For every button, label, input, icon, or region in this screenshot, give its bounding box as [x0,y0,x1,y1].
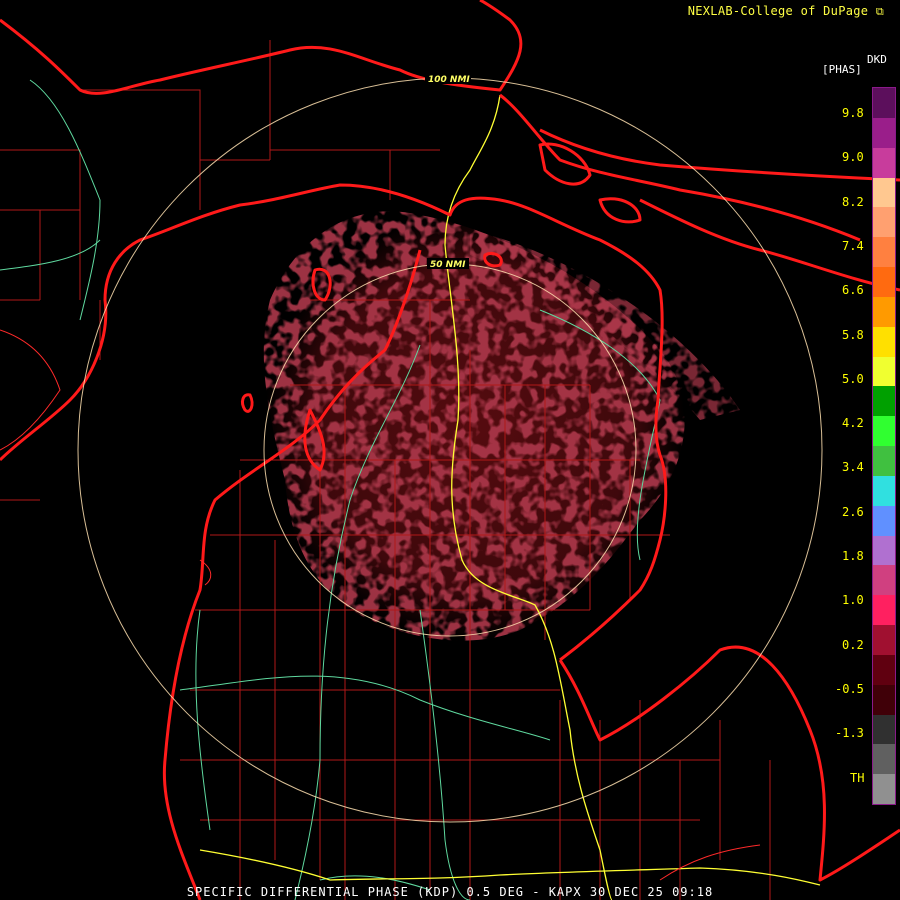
legend-tick-label: 5.0 [842,371,864,386]
radar-display: 100 NMI 50 NMI NEXLAB-College of DuPage … [0,0,900,900]
legend-product: DKD [867,53,887,66]
radar-map: 100 NMI 50 NMI [0,0,900,900]
color-scale-swatch [873,625,895,656]
color-scale-swatch [873,147,895,178]
color-scale-swatch [873,654,895,686]
legend-tick-label: -0.5 [835,681,864,696]
range-ring-50-label: 50 NMI [430,260,466,270]
color-scale-swatch [873,595,895,626]
legend-tick-label: TH [850,771,865,785]
range-ring-100-label: 100 NMI [428,75,470,85]
color-scale-swatch [873,386,895,417]
color-scale-swatch [873,207,895,238]
color-scale-swatch [873,88,895,119]
legend-tick-label: 4.2 [842,416,864,431]
color-scale-swatch [873,296,895,328]
color-scale-swatch [873,356,895,387]
legend-tick-label: 7.4 [842,238,864,253]
color-scale-swatch [873,267,895,298]
legend-tick-label: 8.2 [842,194,864,209]
legend-tick-label: 5.8 [842,327,864,342]
legend-tick-label: 3.4 [842,460,864,475]
legend-tick-label: 9.0 [842,150,864,165]
credit-text: NEXLAB-College of DuPage [687,4,869,18]
legend-tick-label: -1.3 [835,726,864,741]
color-scale-swatch [873,714,895,745]
legend-tick-label: 6.6 [842,283,864,298]
color-scale-bar [872,87,896,805]
color-scale-swatch [873,744,895,775]
color-scale-swatch [873,237,895,268]
legend-tick-label: 2.6 [842,504,864,519]
source-credit: NEXLAB-College of DuPage ⧉ [688,4,884,19]
color-scale-swatch [873,446,895,477]
precipitation-echo [263,211,740,641]
external-link-icon[interactable]: ⧉ [876,5,884,18]
color-scale-swatch [873,505,895,536]
legend-units: [PHAS] [822,63,862,76]
color-scale-swatch [873,565,895,596]
color-scale-swatch [873,684,895,715]
color-scale-swatch [873,177,895,208]
legend-tick-label: 1.0 [842,593,864,608]
legend-tick-label: 1.8 [842,549,864,563]
color-scale-swatch [873,774,895,805]
color-scale-swatch [873,475,895,507]
legend-tick-label: 0.2 [842,637,864,652]
color-scale-swatch [873,535,895,566]
legend-tick-label: 9.8 [842,106,864,120]
product-caption: SPECIFIC DIFFERENTIAL PHASE (KDP) 0.5 DE… [186,885,714,899]
color-scale-swatch [873,416,895,447]
color-scale-swatch [873,117,895,149]
color-scale-swatch [873,326,895,357]
